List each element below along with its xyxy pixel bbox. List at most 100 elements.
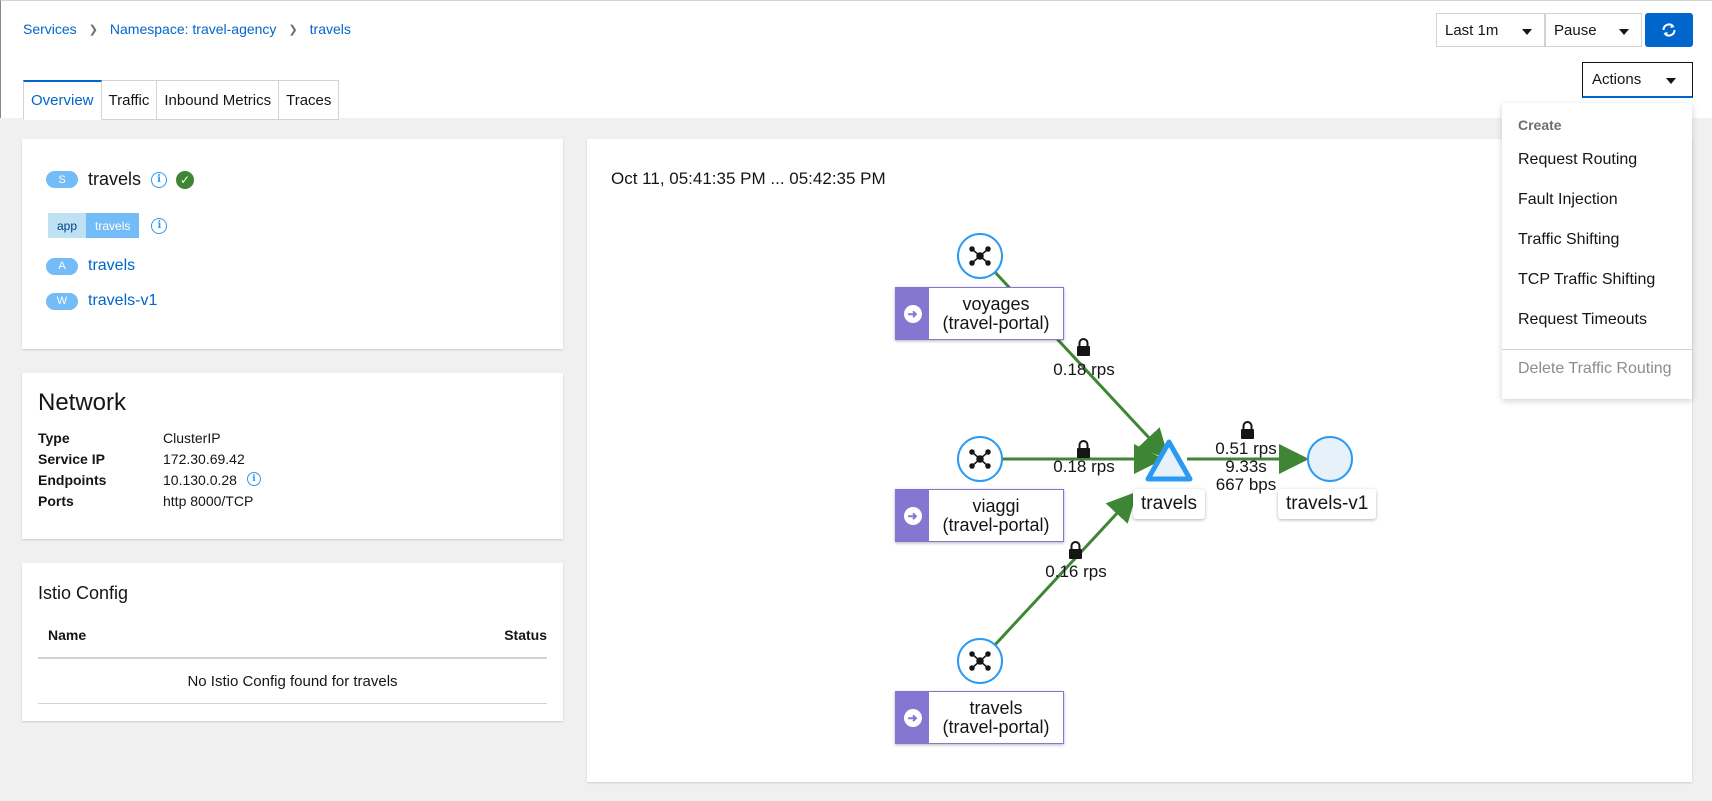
workload-node-travels-portal[interactable]: [957, 638, 1003, 684]
service-title-row: S travels i ✓: [46, 169, 195, 190]
workload-node-label[interactable]: travels-v1: [1278, 489, 1377, 519]
service-badge: S: [46, 171, 78, 188]
health-ok-icon: ✓: [176, 170, 195, 189]
arrow-right-icon: ➜: [896, 288, 929, 339]
node-label-line: voyages: [962, 293, 1030, 314]
actions-menu: Create Request Routing Fault Injection T…: [1502, 103, 1692, 399]
refresh-button[interactable]: [1645, 13, 1693, 47]
node-label-line: (travel-portal): [942, 716, 1050, 737]
column-header-status[interactable]: Status: [504, 627, 547, 643]
network-value: http 8000/TCP: [163, 493, 254, 509]
workload-node-travels-v1[interactable]: [1307, 436, 1353, 482]
label-value: travels: [86, 213, 140, 238]
workload-badge: W: [46, 292, 78, 310]
network-value: 10.130.0.28: [163, 472, 237, 488]
app-row: A travels: [46, 257, 135, 275]
network-title: Network: [38, 389, 127, 416]
refresh-interval-select[interactable]: Pause: [1545, 13, 1642, 47]
menu-group-create: Create: [1518, 117, 1562, 133]
network-row-service-ip: Service IP 172.30.69.42: [38, 451, 245, 467]
menu-item-delete-traffic-routing[interactable]: Delete Traffic Routing: [1518, 360, 1672, 378]
istio-empty-message: No Istio Config found for travels: [187, 673, 398, 690]
edge-label-out-rps: 0.51 rps: [1215, 439, 1277, 458]
node-label-line: travels: [969, 697, 1023, 718]
node-label: viaggi (travel-portal): [929, 490, 1063, 541]
sync-icon: [1662, 23, 1676, 37]
labels-row: app travels i: [48, 213, 168, 238]
caret-down-icon: [1666, 78, 1676, 84]
service-description-card: S travels i ✓ app travels i A travels W …: [22, 139, 563, 349]
network-key: Service IP: [38, 451, 105, 467]
node-label-line: (travel-portal): [942, 312, 1050, 333]
duration-select[interactable]: Last 1m: [1436, 13, 1545, 47]
table-divider: [38, 703, 547, 704]
menu-item-traffic-shifting[interactable]: Traffic Shifting: [1518, 231, 1619, 249]
lock-icon: [1069, 541, 1082, 559]
tab-bar: Overview Traffic Inbound Metrics Traces: [23, 80, 340, 120]
node-label: voyages (travel-portal): [929, 288, 1063, 339]
edge-label-viaggi: 0.18 rps: [1053, 457, 1115, 476]
menu-item-request-routing[interactable]: Request Routing: [1518, 151, 1637, 169]
menu-item-request-timeouts[interactable]: Request Timeouts: [1518, 311, 1647, 329]
chevron-right-icon: ❯: [288, 23, 298, 36]
label-key: app: [48, 213, 87, 238]
menu-divider: [1502, 349, 1692, 350]
network-key: Type: [38, 430, 70, 446]
menu-item-tcp-traffic-shifting[interactable]: TCP Traffic Shifting: [1518, 271, 1655, 289]
caret-down-icon: [1522, 29, 1532, 35]
app-node-travels-portal[interactable]: ➜ travels (travel-portal): [895, 691, 1064, 744]
service-node-label[interactable]: travels: [1133, 489, 1205, 519]
network-row-type: Type ClusterIP: [38, 430, 221, 446]
lock-icon: [1241, 421, 1254, 439]
workload-row: W travels-v1: [46, 292, 157, 310]
lock-icon: [1077, 338, 1090, 356]
network-row-ports: Ports http 8000/TCP: [38, 493, 253, 509]
edge-label-out-time: 9.33s: [1225, 457, 1267, 476]
actions-dropdown[interactable]: Actions: [1582, 62, 1693, 98]
lock-icon: [1077, 440, 1090, 458]
refresh-interval-value: Pause: [1554, 21, 1597, 39]
menu-item-fault-injection[interactable]: Fault Injection: [1518, 191, 1618, 209]
tab-traces[interactable]: Traces: [279, 80, 340, 120]
network-value: 172.30.69.42: [163, 451, 245, 467]
info-icon[interactable]: i: [151, 171, 168, 188]
arrow-right-icon: ➜: [896, 692, 929, 743]
info-icon[interactable]: i: [151, 217, 168, 234]
network-card: Network Type ClusterIP Service IP 172.30…: [22, 373, 563, 539]
chevron-right-icon: ❯: [88, 23, 98, 36]
breadcrumb-service[interactable]: travels: [310, 21, 351, 37]
edge-label-travels-portal: 0.16 rps: [1045, 562, 1107, 581]
arrow-right-icon: ➜: [896, 490, 929, 541]
duration-value: Last 1m: [1445, 21, 1499, 39]
column-header-name[interactable]: Name: [48, 627, 86, 643]
tab-traffic[interactable]: Traffic: [101, 80, 158, 120]
breadcrumb-namespace[interactable]: Namespace: travel-agency: [110, 21, 277, 37]
app-node-viaggi[interactable]: ➜ viaggi (travel-portal): [895, 489, 1064, 542]
network-key: Ports: [38, 493, 74, 509]
info-icon[interactable]: i: [246, 472, 261, 486]
network-key: Endpoints: [38, 472, 107, 488]
node-label: travels (travel-portal): [929, 692, 1063, 743]
workload-node-viaggi[interactable]: [957, 436, 1003, 482]
network-row-endpoints: Endpoints 10.130.0.28 i: [38, 472, 261, 488]
service-name: travels: [88, 169, 142, 189]
table-header-divider: [38, 657, 547, 659]
workload-link[interactable]: travels-v1: [88, 292, 157, 310]
tab-overview[interactable]: Overview: [23, 80, 102, 120]
label-chip: app travels: [48, 213, 140, 238]
node-label-line: viaggi: [972, 495, 1020, 516]
istio-config-title: Istio Config: [38, 583, 129, 603]
top-bar: Services ❯ Namespace: travel-agency ❯ tr…: [0, 0, 1712, 120]
istio-config-card: Istio Config Name Status No Istio Config…: [22, 563, 563, 721]
tab-inbound-metrics[interactable]: Inbound Metrics: [157, 80, 280, 120]
app-node-voyages[interactable]: ➜ voyages (travel-portal): [895, 287, 1064, 340]
edge-label-voyages: 0.18 rps: [1053, 360, 1115, 379]
app-link[interactable]: travels: [88, 257, 135, 275]
edge-voyages-travels[interactable]: [978, 254, 1170, 460]
network-value: ClusterIP: [163, 430, 221, 446]
app-badge: A: [46, 257, 78, 275]
workload-node-voyages[interactable]: [957, 233, 1003, 279]
breadcrumb: Services ❯ Namespace: travel-agency ❯ tr…: [23, 21, 351, 37]
caret-down-icon: [1619, 29, 1629, 35]
breadcrumb-services[interactable]: Services: [23, 21, 77, 37]
